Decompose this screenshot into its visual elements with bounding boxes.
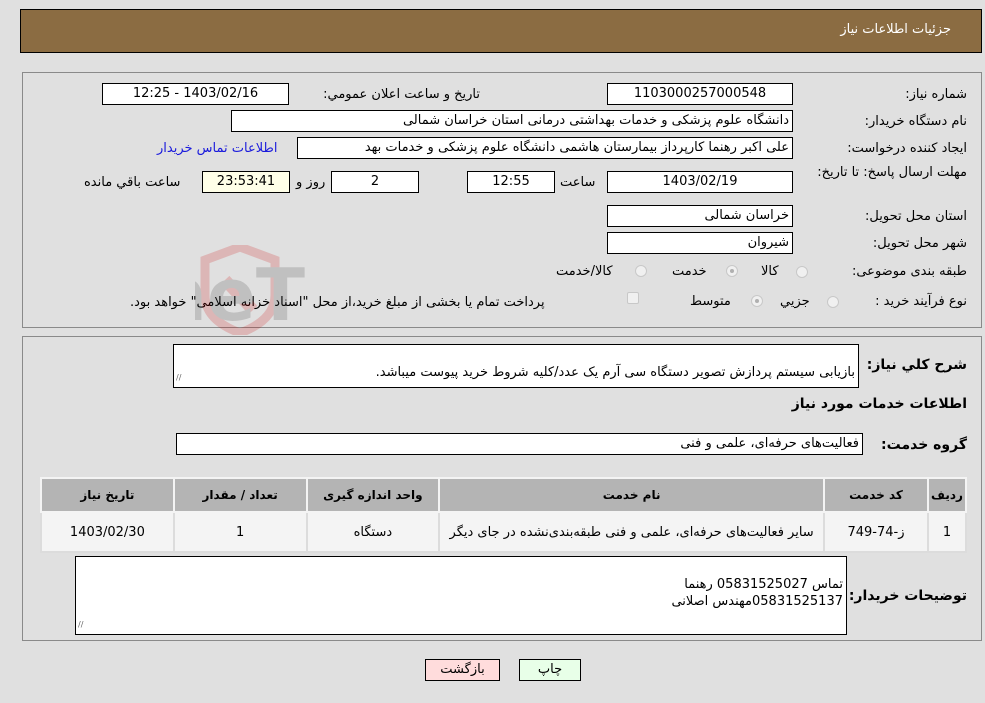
col-header-service-name: نام خدمت	[438, 477, 826, 513]
buyer-contact-link[interactable]: اطلاعات تماس خریدار	[157, 141, 277, 156]
process-radio-medium[interactable]	[751, 295, 763, 307]
col-header-unit: واحد اندازه گیری	[305, 477, 441, 513]
back-button[interactable]: بازگشت	[425, 659, 500, 681]
province-label: استان محل تحویل:	[865, 209, 967, 224]
announce-datetime-label: تاریخ و ساعت اعلان عمومي:	[323, 87, 480, 102]
buyer-notes-text: تماس 05831525027 رهنما 05831525137مهندس …	[671, 577, 843, 609]
col-header-row-number: ردیف	[926, 477, 968, 513]
buyer-org-field[interactable]: دانشگاه علوم پزشکی و خدمات بهداشتی درمان…	[231, 110, 793, 132]
days-remaining-field[interactable]: 2	[331, 171, 419, 193]
announce-datetime-field[interactable]: 1403/02/16 - 12:25	[102, 83, 289, 105]
buyer-notes-textarea[interactable]: تماس 05831525027 رهنما 05831525137مهندس …	[75, 556, 847, 635]
province-field[interactable]: خراسان شمالی	[607, 205, 793, 227]
col-header-service-code: کد خدمت	[823, 477, 929, 513]
service-group-label: گروه خدمت:	[881, 437, 967, 453]
col-header-need-date: تاریخ نیاز	[40, 477, 175, 513]
table-header-row: ردیف کد خدمت نام خدمت واحد اندازه گیری ت…	[40, 477, 968, 513]
col-header-quantity: تعداد / مقدار	[172, 477, 308, 513]
resize-grip-icon[interactable]: //	[176, 369, 181, 386]
buyer-notes-label: توضیحات خریدار:	[848, 588, 967, 604]
print-button[interactable]: چاپ	[519, 659, 581, 681]
process-radio-minor[interactable]	[827, 296, 839, 308]
city-field[interactable]: شیروان	[607, 232, 793, 254]
time-remaining-field: 23:53:41	[202, 171, 290, 193]
treasury-note: پرداخت تمام یا بخشی از مبلغ خرید،از محل …	[130, 295, 545, 310]
treasury-checkbox[interactable]	[627, 292, 639, 304]
need-number-label: شماره نیاز:	[905, 87, 967, 102]
page-title: جزئیات اطلاعات نیاز	[840, 22, 951, 37]
cell-service-code: ز-74-749	[823, 511, 929, 553]
days-label: روز و	[296, 175, 326, 190]
description-label: شرح كلي نياز:	[866, 357, 967, 373]
deadline-label: مهلت ارسال پاسخ: تا تاریخ:	[817, 165, 967, 180]
description-text: بازیابی سیستم پردازش تصویر دستگاه سی آرم…	[375, 365, 855, 380]
description-textarea[interactable]: بازیابی سیستم پردازش تصویر دستگاه سی آرم…	[173, 344, 859, 388]
page-header: جزئیات اطلاعات نیاز	[20, 9, 982, 53]
category-label: طبقه بندی موضوعی:	[851, 264, 967, 279]
requester-label: ایجاد کننده درخواست:	[847, 141, 967, 156]
deadline-time-label: ساعت	[560, 175, 596, 190]
requester-field[interactable]: علی اکبر رهنما کارپرداز بیمارستان هاشمی …	[297, 137, 793, 159]
city-label: شهر محل تحویل:	[872, 236, 967, 251]
need-number-field[interactable]: 1103000257000548	[607, 83, 793, 105]
deadline-date-field[interactable]: 1403/02/19	[607, 171, 793, 193]
services-table: ردیف کد خدمت نام خدمت واحد اندازه گیری ت…	[40, 477, 968, 553]
table-row: 1 ز-74-749 سایر فعالیت‌های حرفه‌ای، علمی…	[40, 511, 968, 553]
time-remaining-label: ساعت باقي مانده	[84, 175, 181, 190]
category-radio-goods-service[interactable]	[635, 265, 647, 277]
resize-grip-icon[interactable]: //	[78, 616, 83, 633]
services-section-title: اطلاعات خدمات مورد نیاز	[791, 396, 967, 412]
cell-need-date: 1403/02/30	[40, 511, 175, 553]
buyer-org-label: نام دستگاه خریدار:	[864, 114, 967, 129]
cell-row-number: 1	[926, 511, 968, 553]
category-radio-goods[interactable]	[796, 266, 808, 278]
process-option-minor: جزيي	[780, 294, 810, 309]
category-radio-service[interactable]	[726, 265, 738, 277]
cell-unit: دستگاه	[305, 511, 441, 553]
deadline-time-field[interactable]: 12:55	[467, 171, 555, 193]
process-type-label: نوع فرآیند خرید :	[875, 294, 967, 309]
service-group-field[interactable]: فعالیت‌های حرفه‌ای، علمی و فنی	[176, 433, 863, 455]
cell-service-name: سایر فعالیت‌های حرفه‌ای، علمی و فنی طبقه…	[438, 511, 826, 553]
cell-quantity: 1	[172, 511, 308, 553]
category-option-service: خدمت	[672, 264, 707, 279]
category-option-goods-service: کالا/خدمت	[556, 264, 613, 279]
category-option-goods: کالا	[761, 264, 779, 279]
process-option-medium: متوسط	[690, 294, 731, 309]
